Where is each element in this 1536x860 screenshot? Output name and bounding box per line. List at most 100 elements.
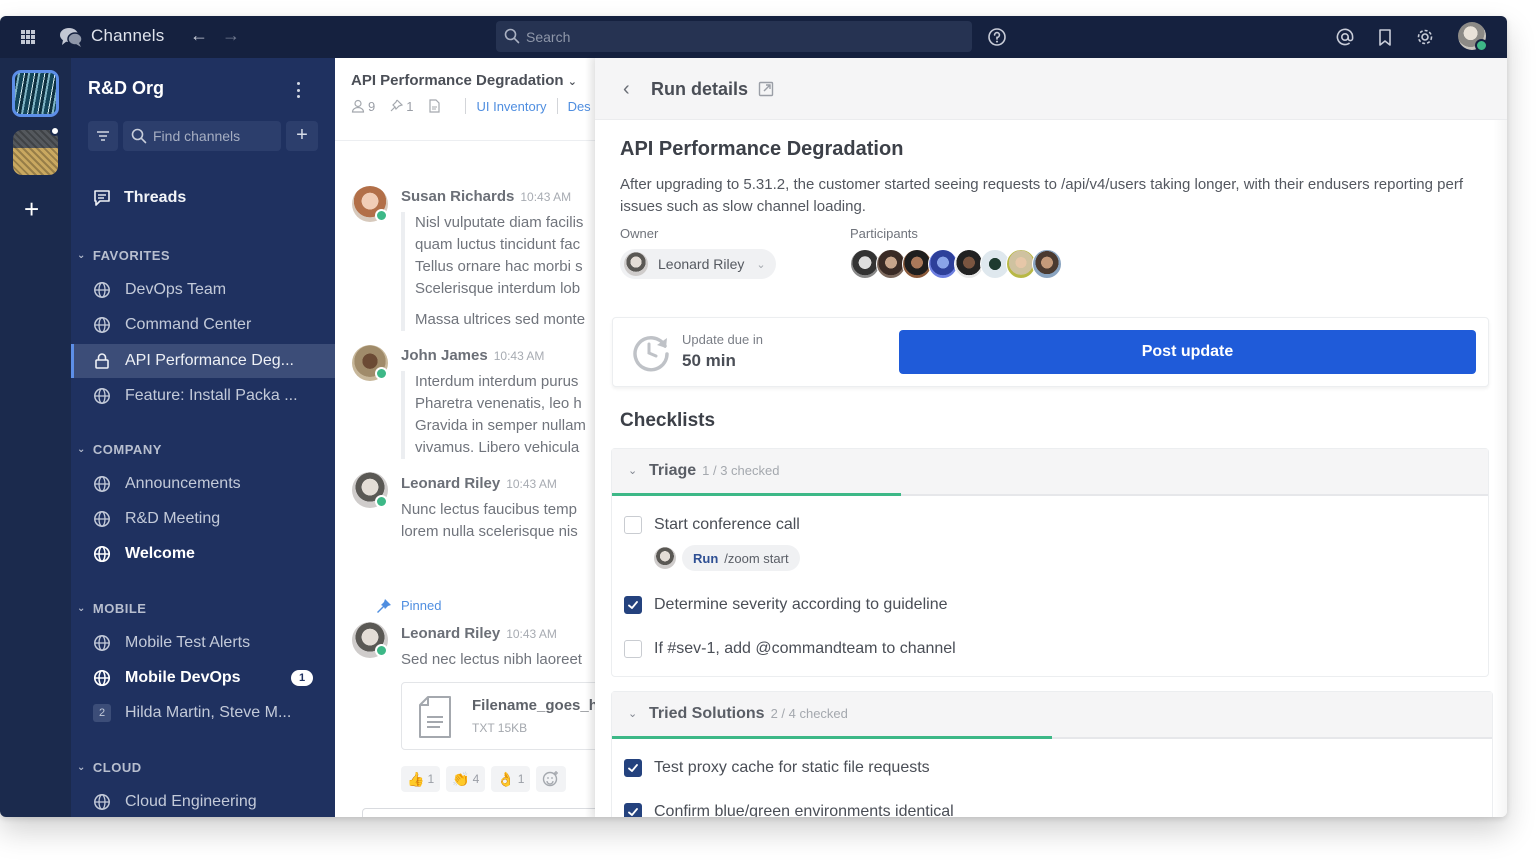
author-name: John James [401,347,488,364]
post-line: Sed nec lectus nibh laoreet [401,651,582,668]
category-favorites[interactable]: ⌄ FAVORITES [77,248,170,263]
sidebar-item-mobile-devops[interactable]: Mobile DevOps 1 [71,661,335,695]
member-count[interactable]: 9 [351,99,375,114]
bookmark-icon[interactable] [1375,27,1395,47]
reaction-ok-hand[interactable]: 👌 1 [491,766,531,792]
checklist-name: Tried Solutions [649,705,765,722]
channel-label: Mobile DevOps [125,669,241,686]
add-reaction-button[interactable] [536,766,567,792]
sidebar-item-cloud-engineering[interactable]: Cloud Engineering [71,785,335,817]
files-button[interactable] [427,99,441,113]
team-rd-org[interactable] [12,70,59,117]
help-icon[interactable] [987,27,1007,47]
pinned-indicator: Pinned [377,598,441,613]
product-menu-grid-icon[interactable] [21,30,35,44]
sidebar-item-devops-team[interactable]: DevOps Team [71,273,335,307]
checklist-item[interactable]: Test proxy cache for static file request… [624,759,930,777]
participants-list[interactable] [850,249,1062,279]
post-time: 10:43 AM [493,349,545,363]
globe-icon [94,317,110,333]
chevron-down-icon: ⌄ [756,258,766,271]
participant-avatar[interactable] [1032,249,1062,279]
checkbox[interactable] [624,759,642,777]
checklist-item[interactable]: If #sev-1, add @commandteam to channel [624,640,956,658]
search-input[interactable] [526,21,956,52]
sidebar-item-mobile-test-alerts[interactable]: Mobile Test Alerts [71,626,335,660]
gear-icon[interactable] [1415,27,1435,47]
chevron-left-icon[interactable]: ‹ [623,78,630,101]
pinned-label: Pinned [401,598,442,613]
post-author[interactable]: Leonard Riley 10:43 AM [401,625,557,642]
checkbox[interactable] [624,516,642,534]
update-due-label: Update due in [682,332,763,347]
app-title: Channels [91,26,165,45]
pinned-count[interactable]: 1 [389,99,413,114]
channel-title-text: API Performance Degradation [351,72,564,89]
team-unread-dot [50,126,60,136]
message-composer[interactable]: Message UX Design [362,808,595,817]
header-link-ui-inventory[interactable]: UI Inventory [476,99,546,114]
category-company[interactable]: ⌄ COMPANY [77,442,162,457]
checklist-header[interactable]: ⌄ Tried Solutions 2 / 4 checked [612,692,1492,739]
category-label: CLOUD [92,760,142,775]
checklist-count: 1 / 3 checked [702,463,780,478]
post-author[interactable]: Susan Richards 10:43 AM [401,188,571,205]
post-update-button[interactable]: Post update [899,330,1476,374]
checklist-item[interactable]: Determine severity according to guidelin… [624,596,947,614]
mention-icon[interactable] [1335,27,1355,47]
checklist-header[interactable]: ⌄ Triage 1 / 3 checked [612,449,1488,496]
checkbox[interactable] [624,803,642,817]
arrow-right-icon[interactable]: → [222,25,240,46]
channel-label: API Performance Deg... [125,352,294,369]
external-link-icon[interactable] [758,81,774,97]
owner-avatar [624,252,648,276]
checkbox[interactable] [624,596,642,614]
channel-label: Command Center [125,316,252,333]
checklist-item[interactable]: Confirm blue/green environments identica… [624,803,954,817]
sidebar-item-command-center[interactable]: Command Center [71,308,335,342]
checkbox[interactable] [624,640,642,658]
team-menu-icon[interactable] [297,82,301,98]
sidebar-item-rd-meeting[interactable]: R&D Meeting [71,502,335,536]
pin-icon [377,598,391,613]
search-box[interactable] [496,21,972,52]
add-team-button[interactable]: + [24,196,39,222]
run-command-button[interactable]: Run/zoom start [682,545,800,571]
checklist-item[interactable]: Start conference call [624,516,800,534]
add-channel-button[interactable]: + [286,121,318,151]
sidebar-item-threads[interactable]: Threads [93,189,186,207]
author-name: Leonard Riley [401,625,501,642]
assignee-avatar[interactable] [654,547,676,569]
post-line: Nisl vulputate diam facilis [415,214,584,231]
post-author[interactable]: Leonard Riley 10:43 AM [401,475,557,492]
team-2[interactable] [13,130,58,175]
channel-label: Feature: Install Packa ... [125,387,298,404]
sidebar-item-announcements[interactable]: Announcements [71,467,335,501]
panel-shadow [585,58,595,817]
filter-button[interactable] [88,121,118,151]
team-sidebar: + [0,58,71,817]
post-line: Interdum interdum purus [415,373,579,390]
sidebar-item-group-dm[interactable]: 2 Hilda Martin, Steve M... [71,696,335,730]
find-channels-box[interactable] [123,121,281,151]
find-channels-input[interactable] [153,121,277,151]
sidebar-item-api-performance[interactable]: API Performance Deg... [71,344,335,378]
chevron-down-icon: ⌄ [628,465,638,477]
team-name: R&D Org [88,78,164,98]
reaction-thumbs-up[interactable]: 👍 1 [401,766,441,792]
pin-icon [390,99,404,112]
category-mobile[interactable]: ⌄ MOBILE [77,601,146,616]
sidebar-item-feature-install[interactable]: Feature: Install Packa ... [71,379,335,413]
post-line: Tellus ornare hac morbi s [415,258,583,275]
reaction-clap[interactable]: 👏 4 [446,766,486,792]
checklist-item-label: If #sev-1, add @commandteam to channel [654,640,956,657]
owner-selector[interactable]: Leonard Riley ⌄ [620,249,776,279]
channel-title[interactable]: API Performance Degradation ⌄ [351,72,577,89]
sidebar-item-welcome[interactable]: Welcome [71,537,335,571]
clap-icon: 👏 [452,770,470,787]
arrow-left-icon[interactable]: ← [190,25,208,46]
chevron-down-icon: ⌄ [77,444,86,455]
category-cloud[interactable]: ⌄ CLOUD [77,760,142,775]
file-attachment[interactable]: Filename_goes_h TXT 15KB [401,682,595,750]
post-author[interactable]: John James 10:43 AM [401,347,544,364]
